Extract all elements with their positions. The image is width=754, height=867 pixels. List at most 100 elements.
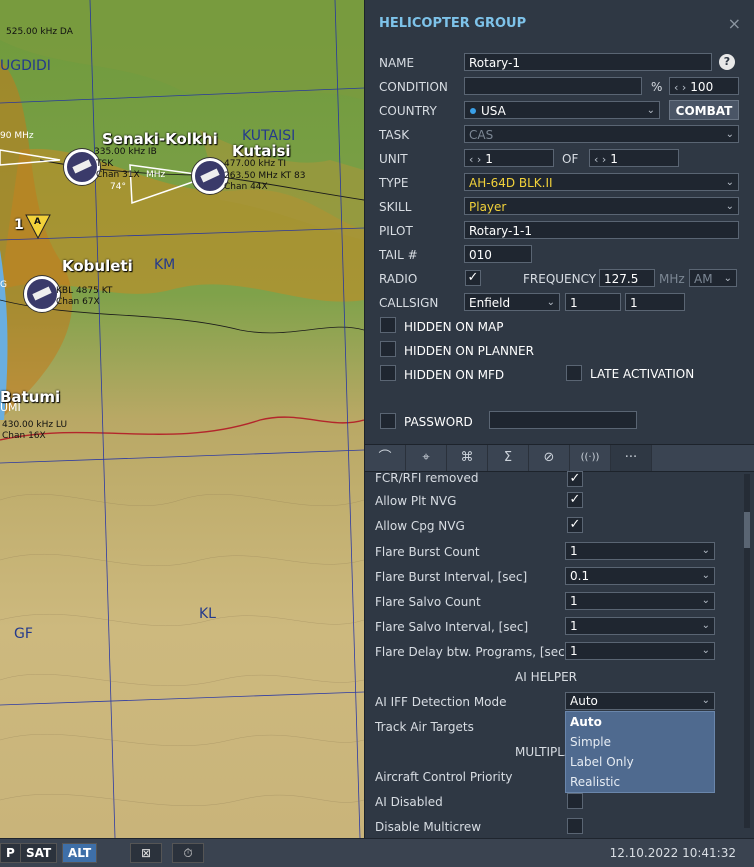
chevron-down-icon: ⌄ [646,105,655,116]
unit-stepper[interactable]: ‹ › 1 [464,149,554,167]
mission-datetime: 12.10.2022 10:41:32 [609,846,736,860]
late-activation-checkbox[interactable] [566,365,582,381]
skill-label: SKILL [379,200,412,214]
stepper-arrows-icon[interactable]: ‹ › [674,81,686,94]
hidden-on-planner-label: HIDDEN ON PLANNER [404,344,534,358]
chevron-down-icon: ⌄ [701,595,710,606]
password-field[interactable] [489,411,637,429]
tail-field[interactable]: 010 [464,245,532,263]
hidden-on-map-label: HIDDEN ON MAP [404,320,504,334]
map-region-ugdidi: UGDIDI [0,58,51,74]
name-field[interactable]: Rotary-1 [464,53,712,71]
chevron-down-icon: ⌄ [723,273,732,284]
modulation-select[interactable]: AM ⌄ [689,269,737,287]
flare-salvo-count-select[interactable]: 1 ⌄ [565,592,715,610]
close-icon[interactable]: × [728,14,741,33]
late-activation-label: LATE ACTIVATION [590,367,695,381]
condition-stepper[interactable]: ‹ › 100 [669,77,739,95]
tab-route-icon[interactable]: ⌒ [365,445,406,471]
tab-summary-icon[interactable]: Σ [488,445,529,471]
password-checkbox[interactable] [380,413,396,429]
country-select[interactable]: USA ⌄ [464,101,660,119]
map-senaki-info4: MHz [146,170,166,180]
dropdown-option-label-only[interactable]: Label Only [570,755,634,769]
callsign-label: CALLSIGN [379,296,439,310]
tab-failures-icon[interactable]: ⊘ [529,445,570,471]
ai-iff-dropdown-list: Auto Simple Label Only Realistic [565,711,715,793]
stepper-arrows-icon[interactable]: ‹ › [469,153,481,166]
tab-target-icon[interactable]: ⌖ [406,445,447,471]
map-region-km: KM [154,257,176,273]
dropdown-option-auto[interactable]: Auto [570,715,602,729]
callsign-select[interactable]: Enfield ⌄ [464,293,560,311]
map-mode-p-button[interactable]: P [0,843,21,863]
country-label: COUNTRY [379,104,437,118]
callsign-number2[interactable]: 1 [625,293,685,311]
tab-payload-icon[interactable]: ⌘ [447,445,488,471]
ai-iff-select[interactable]: Auto ⌄ [565,692,715,710]
tab-radio-icon[interactable]: ((·)) [570,445,611,471]
stepper-arrows-icon[interactable]: ‹ › [594,153,606,166]
map-senaki-info1: 335.00 kHz IB [94,147,157,157]
map-region-gf: GF [14,626,33,642]
frequency-label: FREQUENCY [523,272,597,286]
unit-of-label: OF [562,152,579,166]
map-view[interactable]: 525.00 kHz DA UGDIDI 90 MHz Senaki-Kolkh… [0,0,364,838]
map-freq-top: 525.00 kHz DA [6,27,73,37]
map-airbase-kobuleti-icon[interactable] [24,276,60,312]
flare-delay-select[interactable]: 1 ⌄ [565,642,715,660]
map-kutaisi-info1: 477.00 kHz TI [224,159,287,169]
frequency-field[interactable]: 127.5 [599,269,655,287]
map-airbase-kutaisi-icon[interactable] [192,158,228,194]
ai-disabled-checkbox[interactable] [567,793,583,809]
chevron-down-icon: ⌄ [701,695,710,706]
type-select[interactable]: AH-64D BLK.II ⌄ [464,173,739,191]
allow-cpg-nvg-checkbox[interactable]: ✓ [567,517,583,533]
chevron-down-icon: ⌄ [546,297,555,308]
combat-button[interactable]: COMBAT [669,100,739,120]
tab-more-icon[interactable]: ··· [611,445,652,471]
aircraft-control-priority-label: Aircraft Control Priority [375,770,513,784]
allow-plt-nvg-checkbox[interactable]: ✓ [567,492,583,508]
scrollbar-thumb[interactable] [744,512,750,548]
unit-of-stepper[interactable]: ‹ › 1 [589,149,679,167]
hidden-on-map-checkbox[interactable] [380,317,396,333]
hidden-on-planner-checkbox[interactable] [380,341,396,357]
pilot-field[interactable]: Rotary-1-1 [464,221,739,239]
map-layer-icon[interactable]: ⊠ [130,843,162,863]
dropdown-option-realistic[interactable]: Realistic [570,775,620,789]
map-senaki-info2: TSK [96,159,114,169]
radio-checkbox[interactable]: ✓ [465,270,481,286]
map-airbase-senaki-label: Senaki-Kolkhi [102,130,218,148]
map-airbase-kutaisi-label: Kutaisi [232,142,291,160]
flare-burst-count-select[interactable]: 1 ⌄ [565,542,715,560]
panel-tabs: ⌒ ⌖ ⌘ Σ ⊘ ((·)) ··· [365,444,754,472]
help-icon[interactable]: ? [719,54,735,70]
map-kobuleti-info2: Chan 67X [56,297,100,307]
skill-select[interactable]: Player ⌄ [464,197,739,215]
map-kobuleti-info1: KBL 4875 KT [56,286,113,296]
type-label: TYPE [379,176,409,190]
flare-salvo-interval-select[interactable]: 1 ⌄ [565,617,715,635]
radio-label: RADIO [379,272,418,286]
time-icon[interactable]: ⏱ [172,843,204,863]
map-terrain [0,0,364,838]
allow-cpg-nvg-label: Allow Cpg NVG [375,519,465,533]
disable-multicrew-checkbox[interactable] [567,818,583,834]
task-select[interactable]: CAS ⌄ [464,125,739,143]
callsign-number1[interactable]: 1 [565,293,621,311]
map-mode-sat-button[interactable]: SAT [20,843,58,863]
hidden-on-mfd-checkbox[interactable] [380,365,396,381]
dropdown-option-simple[interactable]: Simple [570,735,611,749]
map-kutaisi-info2: 263.50 MHz KT 83 [224,171,306,181]
fcr-removed-checkbox[interactable]: ✓ [567,471,583,487]
ai-iff-label: AI IFF Detection Mode [375,695,507,709]
condition-field[interactable] [464,77,642,95]
flare-burst-interval-select[interactable]: 0.1 ⌄ [565,567,715,585]
map-mode-alt-button[interactable]: ALT [62,843,98,863]
chevron-down-icon: ⌄ [701,545,710,556]
flare-burst-interval-label: Flare Burst Interval, [sec] [375,570,528,584]
map-batumi-info1: 430.00 kHz LU [2,420,68,430]
map-region-kl: KL [199,606,216,622]
map-marker-letter[interactable]: A [34,217,41,227]
